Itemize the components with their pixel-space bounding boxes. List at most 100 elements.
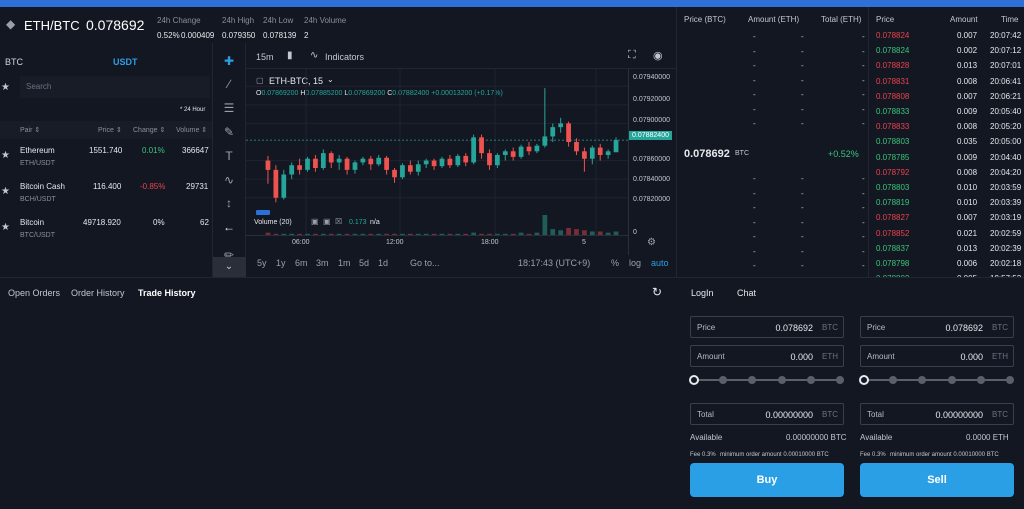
ob-row[interactable]: --- xyxy=(676,261,868,273)
slider-stop[interactable] xyxy=(976,376,985,384)
candle-type-icon[interactable]: ▮ xyxy=(287,50,293,61)
ob-row[interactable]: --- xyxy=(676,32,868,44)
candle-body xyxy=(439,158,445,167)
tab-trade-history[interactable]: Trade History xyxy=(138,288,196,298)
measure-icon[interactable]: ↕ xyxy=(221,196,237,210)
tab-usdt[interactable]: USDT xyxy=(113,57,138,67)
favorite-star-icon[interactable]: ★ xyxy=(1,82,10,93)
chart-panel: ✚ ∕ ☰ ✎ T ∿ ↕ ← ✏ ⌄ 15m ▮ ∿ Indicators ⛶… xyxy=(212,43,676,277)
tab-login[interactable]: LogIn xyxy=(691,288,714,298)
ob-row[interactable]: --- xyxy=(676,174,868,186)
range-1d[interactable]: 1d xyxy=(378,258,388,268)
slider-stop[interactable] xyxy=(748,376,757,384)
header-pair[interactable]: Pair ⇕ xyxy=(20,126,40,134)
ob-row[interactable]: --- xyxy=(676,47,868,59)
sell-amount-slider[interactable] xyxy=(859,374,1014,386)
time-tick: 06:00 xyxy=(292,239,310,246)
header-volume[interactable]: Volume ⇕ xyxy=(176,126,207,134)
fullscreen-icon[interactable]: ⛶ xyxy=(628,49,636,62)
ob-row[interactable]: --- xyxy=(676,232,868,244)
slider-stop[interactable] xyxy=(836,376,844,384)
range-5y[interactable]: 5y xyxy=(257,258,267,268)
range-1y[interactable]: 1y xyxy=(276,258,286,268)
interval-button[interactable]: 15m xyxy=(256,52,274,62)
volume-settings-icon[interactable]: ▣ xyxy=(323,217,331,226)
sell-price-unit: BTC xyxy=(992,323,1008,332)
log-toggle[interactable]: log xyxy=(629,258,641,268)
indicators-icon[interactable]: ∿ xyxy=(310,50,318,61)
ob-row[interactable]: --- xyxy=(676,203,868,215)
range-6m[interactable]: 6m xyxy=(295,258,308,268)
ob-row[interactable]: --- xyxy=(676,76,868,88)
header-price[interactable]: Price ⇕ xyxy=(98,126,122,134)
buy-amount-field[interactable]: Amount 0.000 ETH xyxy=(690,345,844,367)
indicators-button[interactable]: Indicators xyxy=(325,52,364,62)
refresh-icon[interactable]: ↻ xyxy=(652,285,662,299)
tab-open-orders[interactable]: Open Orders xyxy=(8,288,60,298)
ob-row[interactable]: --- xyxy=(676,119,868,131)
price-axis[interactable]: 0.07940000 0.07920000 0.07900000 0.07882… xyxy=(628,69,676,255)
pair-symbol[interactable]: ETH/BTC xyxy=(24,18,80,33)
brush-icon[interactable]: ✎ xyxy=(221,125,237,139)
header-change[interactable]: Change ⇕ xyxy=(133,126,165,134)
tab-chat[interactable]: Chat xyxy=(737,288,756,298)
volume-eye-icon[interactable]: ▣ xyxy=(311,217,319,226)
sell-total-field[interactable]: Total 0.00000000 BTC xyxy=(860,403,1014,425)
favorite-star-icon[interactable]: ★ xyxy=(1,222,10,233)
ob-row[interactable]: --- xyxy=(676,105,868,117)
ob-row[interactable]: --- xyxy=(676,90,868,102)
tab-order-history[interactable]: Order History xyxy=(71,288,125,298)
slider-stop[interactable] xyxy=(1006,376,1014,384)
favorite-star-icon[interactable]: ★ xyxy=(1,186,10,197)
search-input[interactable]: Search xyxy=(20,76,210,98)
ob-row[interactable]: --- xyxy=(676,61,868,73)
chart-settings-icon[interactable]: ⚙ xyxy=(647,237,656,248)
candle-body xyxy=(328,153,334,163)
candle-body xyxy=(447,158,453,166)
ob-cell: - xyxy=(753,174,756,183)
buy-total-field[interactable]: Total 0.00000000 BTC xyxy=(690,403,844,425)
slider-stop[interactable] xyxy=(689,375,699,385)
volume-close-icon[interactable]: ☒ xyxy=(335,217,342,226)
pair-row-bitcoin[interactable]: ★ Bitcoin BTC/USDT 49718.920 0% 62 xyxy=(0,213,212,249)
favorite-star-icon[interactable]: ★ xyxy=(1,150,10,161)
ob-row[interactable]: --- xyxy=(676,247,868,259)
time-axis[interactable]: 06:00 12:00 18:00 5 xyxy=(246,235,628,249)
pair-row-ethereum[interactable]: ★ Ethereum ETH/USDT 1551.740 0.01% 36664… xyxy=(0,141,212,177)
candle-body xyxy=(518,146,524,157)
slider-stop[interactable] xyxy=(947,376,956,384)
buy-button[interactable]: Buy xyxy=(690,463,844,497)
trend-line-icon[interactable]: ∕ xyxy=(221,77,237,91)
range-1m[interactable]: 1m xyxy=(338,258,351,268)
range-3m[interactable]: 3m xyxy=(316,258,329,268)
slider-stop[interactable] xyxy=(719,376,728,384)
slider-stop[interactable] xyxy=(918,376,927,384)
goto-button[interactable]: Go to... xyxy=(410,258,440,268)
sell-price-field[interactable]: Price 0.078692 BTC xyxy=(860,316,1014,338)
ob-header-price: Price (BTC) xyxy=(684,15,726,24)
collapse-toolbar-icon[interactable]: ⌄ xyxy=(212,257,246,277)
pattern-icon[interactable]: ∿ xyxy=(221,173,237,187)
slider-stop[interactable] xyxy=(889,376,898,384)
camera-icon[interactable]: ◉ xyxy=(653,49,663,62)
back-arrow-icon[interactable]: ← xyxy=(221,220,237,234)
candlestick-plot[interactable] xyxy=(246,69,676,255)
fib-tool-icon[interactable]: ☰ xyxy=(221,101,237,115)
buy-price-field[interactable]: Price 0.078692 BTC xyxy=(690,316,844,338)
range-5d[interactable]: 5d xyxy=(359,258,369,268)
slider-stop[interactable] xyxy=(806,376,815,384)
ob-row[interactable]: --- xyxy=(676,218,868,230)
slider-stop[interactable] xyxy=(777,376,786,384)
auto-toggle[interactable]: auto xyxy=(651,258,669,268)
slider-stop[interactable] xyxy=(859,375,869,385)
tab-btc[interactable]: BTC xyxy=(5,57,23,67)
pair-row-bitcoin-cash[interactable]: ★ Bitcoin Cash BCH/USDT 116.400 -0.85% 2… xyxy=(0,177,212,213)
sell-button[interactable]: Sell xyxy=(860,463,1014,497)
sell-amount-field[interactable]: Amount 0.000 ETH xyxy=(860,345,1014,367)
ob-row[interactable]: --- xyxy=(676,189,868,201)
text-tool-icon[interactable]: T xyxy=(221,149,237,163)
buy-amount-slider[interactable] xyxy=(689,374,844,386)
percent-toggle[interactable]: % xyxy=(611,258,619,268)
crosshair-icon[interactable]: ✚ xyxy=(221,54,237,68)
change-pct: 0.52% xyxy=(157,31,180,40)
